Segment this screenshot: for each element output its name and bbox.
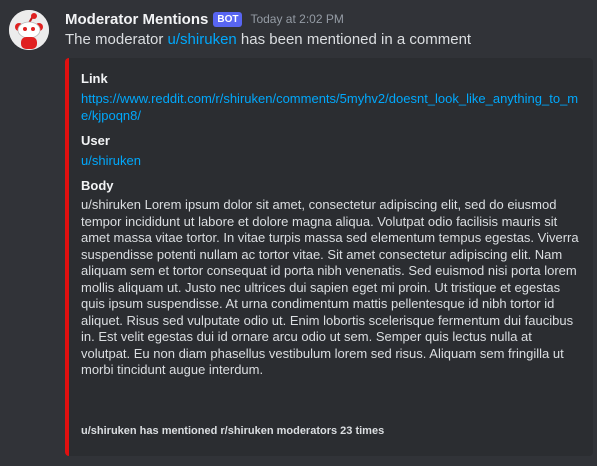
field-label-user: User [81, 133, 110, 148]
field-label-link: Link [81, 71, 108, 86]
user-profile-link[interactable]: u/shiruken [81, 153, 141, 168]
content-suffix: has been mentioned in a comment [236, 31, 472, 48]
bot-badge: BOT [213, 11, 243, 27]
field-label-body: Body [81, 178, 114, 193]
message-header: Moderator Mentions BOT Today at 2:02 PM [65, 9, 344, 29]
embed-field-body: Body u/shiruken Lorem ipsum dolor sit am… [81, 177, 581, 379]
author-name[interactable]: Moderator Mentions [65, 11, 208, 28]
user-mention-link[interactable]: u/shiruken [168, 31, 237, 48]
reddit-snoo-icon [9, 10, 49, 50]
comment-body-text: u/shiruken Lorem ipsum dolor sit amet, c… [81, 197, 579, 377]
chat-message: Moderator Mentions BOT Today at 2:02 PM … [0, 0, 597, 466]
content-prefix: The moderator [65, 31, 168, 48]
embed-footer: u/shiruken has mentioned r/shiruken mode… [81, 425, 385, 437]
embed-card: Link https://www.reddit.com/r/shiruken/c… [65, 58, 593, 456]
timestamp[interactable]: Today at 2:02 PM [250, 12, 343, 26]
message-content: The moderator u/shiruken has been mentio… [65, 31, 471, 48]
embed-field-link: Link https://www.reddit.com/r/shiruken/c… [81, 70, 581, 124]
comment-url-link[interactable]: https://www.reddit.com/r/shiruken/commen… [81, 91, 578, 123]
embed-field-user: User u/shiruken [81, 132, 581, 169]
avatar[interactable] [9, 10, 49, 50]
